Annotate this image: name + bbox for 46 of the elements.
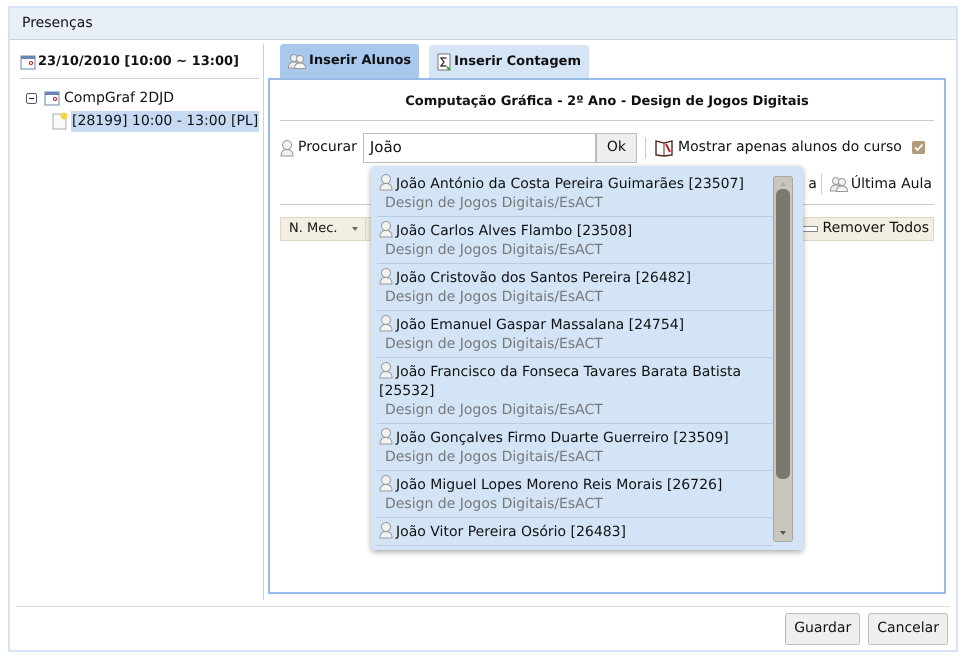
suggestion-item[interactable]: João Miguel Lopes Moreno Reis Morais [26726] Design de Jogos Digitais/EsACT: [377, 471, 773, 518]
suggestion-item[interactable]: João Emanuel Gaspar Massalana [24754] Design de Jogos Digitais/EsACT: [377, 311, 773, 358]
tree-item[interactable]: CompGraf 2DJD: [63, 88, 176, 108]
suggestion-item[interactable]: João Vitor Pereira Osório [26483]: [377, 518, 773, 546]
user-icon: [280, 138, 294, 156]
ok-button[interactable]: Ok: [596, 132, 638, 162]
filter-checkbox[interactable]: [912, 141, 925, 154]
window-title: Presenças: [22, 14, 93, 33]
panel-heading: Computação Gráfica - 2º Ano - Design de Jogos Digitais: [280, 80, 934, 120]
suggestion-item[interactable]: João Cristovão dos Santos Pereira [26482] Design de Jogos Digitais/EsACT: [377, 264, 773, 311]
tab[interactable]: Inserir Alunos: [280, 44, 420, 78]
filter-label: Mostrar apenas alunos do curso: [678, 138, 902, 157]
suggestion-item[interactable]: João António da Costa Pereira Guimarães [23507] Design de Jogos Digitais/EsACT: [377, 170, 773, 217]
user-icon: [379, 521, 393, 539]
collapse-icon[interactable]: [26, 92, 37, 104]
user-icon: [379, 474, 393, 492]
user-icon: [379, 173, 393, 191]
minus-icon: [802, 226, 818, 232]
book-icon: [654, 138, 674, 156]
note-icon: [52, 112, 68, 130]
user-icon: [379, 361, 393, 379]
user-icon: [379, 314, 393, 332]
session-date: 23/10/2010 [10:00 ~ 13:00]: [38, 53, 239, 71]
user-icon: [379, 220, 393, 238]
search-field[interactable]: João: [362, 132, 596, 162]
column-header[interactable]: N. Mec.: [281, 218, 366, 240]
user-icon: [379, 427, 393, 445]
toolbar-button[interactable]: a: [808, 174, 817, 194]
caret-icon[interactable]: [351, 226, 360, 232]
suggestion-item[interactable]: João Carlos Alves Flambo [23508] Design de Jogos Digitais/EsACT: [377, 217, 773, 264]
dialog-button[interactable]: Cancelar: [868, 612, 948, 644]
calendar-icon: [44, 90, 60, 106]
tree-item[interactable]: [28199] 10:00 - 13:00 [PL]: [71, 110, 260, 132]
users-icon: [288, 53, 306, 69]
scrollbar[interactable]: [773, 176, 793, 542]
search-label: Procurar: [298, 138, 357, 157]
user-icon: [379, 267, 393, 285]
dialog-button[interactable]: Guardar: [785, 612, 860, 644]
toolbar-button[interactable]: Última Aula: [830, 174, 932, 194]
scroll-thumb[interactable]: [776, 189, 790, 479]
users-icon: [830, 176, 848, 192]
tab[interactable]: Inserir Contagem: [429, 45, 589, 78]
suggestion-item[interactable]: João Gonçalves Firmo Duarte Guerreiro [23509] Design de Jogos Digitais/EsACT: [377, 424, 773, 471]
remove-all-button[interactable]: Remover Todos: [798, 218, 933, 240]
sigma-icon: [437, 52, 452, 70]
calendar-icon: [20, 54, 36, 70]
